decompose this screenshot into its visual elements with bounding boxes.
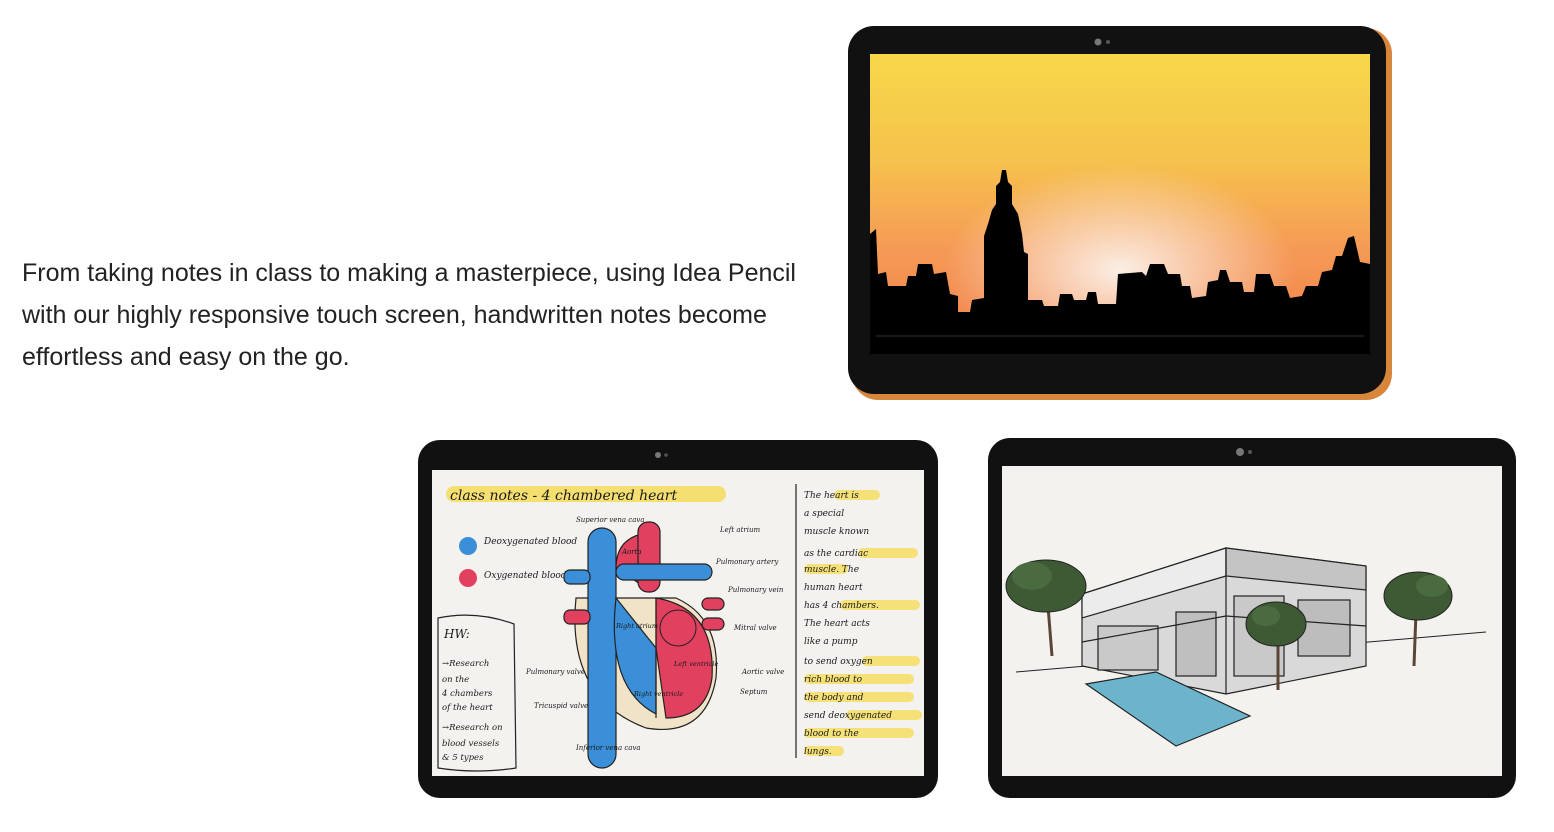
red-blood-swatch [459, 569, 477, 587]
label-aorta: Aorta [621, 548, 642, 556]
sensor-icon [1106, 40, 1110, 44]
label-left-ventricle: Left ventricle [673, 660, 718, 668]
hw-line-4: of the heart [442, 703, 493, 713]
side-line-10: to send oxygen [804, 657, 873, 667]
sensor-icon [1248, 450, 1252, 454]
label-right-atrium: Right atrium [615, 622, 658, 630]
sunset-skyline-drawing [848, 26, 1392, 400]
skyline-base [870, 330, 1370, 354]
side-line-6: human heart [804, 583, 863, 593]
class-notes-drawing: class notes - 4 chambered heart Deoxygen… [418, 440, 938, 798]
hw-line-3: 4 chambers [441, 689, 493, 699]
side-line-3: muscle known [804, 527, 869, 537]
side-line-7: has 4 chambers. [804, 601, 879, 611]
sensor-icon [664, 453, 668, 457]
side-line-5: muscle. The [804, 565, 859, 575]
hw-line-6: blood vessels [442, 739, 500, 749]
tablet-notes-illustration: class notes - 4 chambered heart Deoxygen… [416, 438, 940, 800]
label-inferior-vena-cava: Inferior vena cava [575, 744, 641, 752]
side-line-14: blood to the [804, 729, 859, 739]
label-superior-vena-cava: Superior vena cava [576, 516, 645, 524]
label-septum: Septum [740, 688, 768, 696]
notes-title: class notes - 4 chambered heart [450, 488, 677, 504]
camera-icon [655, 452, 661, 458]
side-line-12: the body and [804, 693, 864, 703]
camera-icon [1236, 448, 1244, 456]
legend-oxygenated: Oxygenated blood. [484, 571, 570, 581]
label-right-ventricle: Right ventricle [633, 690, 683, 698]
label-left-atrium: Left atrium [719, 526, 760, 534]
label-aortic-valve: Aortic valve [741, 668, 784, 676]
side-line-13: send deoxygenated [804, 711, 892, 721]
hw-label: HW: [443, 627, 470, 641]
side-line-8: The heart acts [804, 619, 870, 629]
side-line-1: The heart is [804, 491, 859, 501]
tablet-house-illustration [986, 436, 1518, 802]
side-line-15: lungs. [804, 747, 832, 757]
modern-house-drawing [988, 438, 1516, 798]
blue-blood-swatch [459, 537, 477, 555]
camera-icon [1094, 38, 1102, 46]
hw-line-2: on the [442, 675, 469, 685]
label-pulmonary-vein: Pulmonary vein [727, 586, 784, 594]
tablet-sunset-illustration [846, 24, 1394, 404]
hw-line-1: →Research [442, 659, 489, 669]
hw-line-7: & 5 types [442, 753, 484, 763]
side-line-9: like a pump [804, 637, 858, 647]
label-mitral-valve: Mitral valve [733, 624, 777, 632]
side-line-4: as the cardiac [804, 549, 868, 559]
hw-line-5: →Research on [442, 723, 503, 733]
label-pulmonary-valve: Pulmonary valve [525, 668, 585, 676]
label-tricuspid-valve: Tricuspid valve [534, 702, 588, 710]
legend-deoxygenated: Deoxygenated blood [483, 537, 577, 547]
label-pulmonary-artery: Pulmonary artery [715, 558, 779, 566]
description-text: From taking notes in class to making a m… [22, 259, 796, 371]
side-line-2: a special [804, 509, 844, 519]
side-line-11: rich blood to [804, 675, 863, 685]
